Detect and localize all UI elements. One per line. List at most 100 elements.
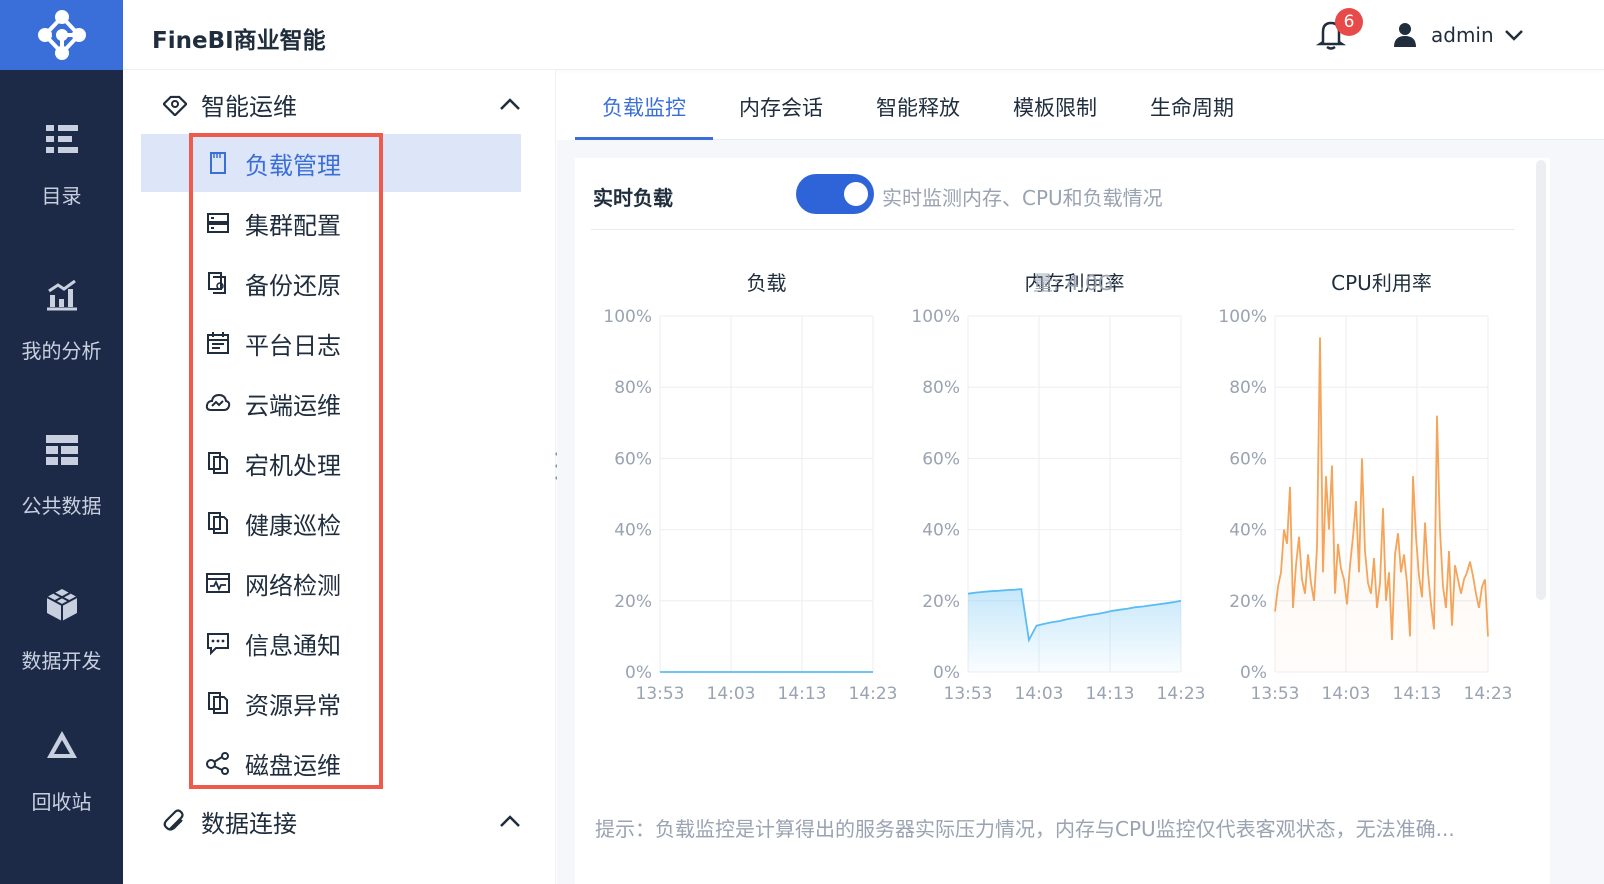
group-data-connection[interactable]: 数据连接 <box>163 801 521 841</box>
sd-card-icon <box>210 152 226 174</box>
smart-ops-icon <box>163 95 187 116</box>
y-tick-label: 0% <box>1240 663 1267 683</box>
menu-item-cloud-ops[interactable]: 云端运维 <box>141 374 521 432</box>
menu-item-label: 磁盘运维 <box>245 751 341 780</box>
menu-item-load-management[interactable]: 负载管理 <box>141 134 521 192</box>
charts-area: 负载 0% 20% 40% 60% 80% 100% 13:53 14:03 14:13 14:23… <box>603 271 1513 704</box>
scrollbar[interactable] <box>1536 160 1546 600</box>
toggle-knob <box>844 182 868 206</box>
menu-item-label: 网络检测 <box>245 571 341 600</box>
menu-item-health-check[interactable]: 健康巡检 <box>141 494 521 552</box>
recycle-icon <box>46 731 77 758</box>
x-tick-label: 13:53 <box>1251 684 1300 704</box>
app-title: FineBI商业智能 <box>152 28 326 54</box>
chart-title: CPU利用率 <box>1331 271 1432 295</box>
menu-item-cluster-config[interactable]: 集群配置 <box>141 194 521 252</box>
rail-item-label: 回收站 <box>31 790 92 814</box>
left-rail: 目录 我的分析 公共数据 数据开发 回收站 <box>0 0 123 884</box>
rail-item-data-dev[interactable]: 数据开发 <box>0 587 123 697</box>
menu-item-label: 平台日志 <box>245 331 341 360</box>
menu-item-label: 集群配置 <box>245 211 341 240</box>
disk-icon <box>206 752 229 775</box>
document-icon <box>208 692 228 714</box>
user-icon <box>1394 23 1416 47</box>
tab-lifecycle[interactable]: 生命周期 <box>1123 92 1261 140</box>
y-tick-label: 20% <box>922 592 960 612</box>
backup-icon <box>208 272 226 294</box>
rail-item-catalog[interactable]: 目录 <box>0 122 123 232</box>
x-tick-label: 14:23 <box>1157 684 1206 704</box>
top-header: FineBI商业智能 6 admin <box>123 0 1604 70</box>
user-menu[interactable]: admin <box>1393 20 1524 50</box>
tab-template-limit[interactable]: 模板限制 <box>986 92 1124 140</box>
y-tick-label: 40% <box>922 521 960 541</box>
menu-item-platform-log[interactable]: 平台日志 <box>141 314 521 372</box>
group-label: 数据连接 <box>201 809 297 838</box>
x-tick-label: 14:23 <box>1464 684 1513 704</box>
document-icon <box>208 512 228 534</box>
x-tick-label: 13:53 <box>636 684 685 704</box>
divider <box>591 229 1515 230</box>
menu-item-downtime[interactable]: 宕机处理 <box>141 434 521 492</box>
menu-item-backup-restore[interactable]: 备份还原 <box>141 254 521 312</box>
x-tick-label: 14:13 <box>778 684 827 704</box>
tab-smart-release[interactable]: 智能释放 <box>849 92 987 140</box>
logo-icon <box>37 10 86 60</box>
chevron-up-icon <box>500 815 520 827</box>
menu-item-label: 资源异常 <box>245 691 341 720</box>
catalog-icon <box>45 125 78 153</box>
group-smart-ops[interactable]: 智能运维 <box>163 84 521 124</box>
y-tick-label: 80% <box>614 378 652 398</box>
menu-item-label: 备份还原 <box>245 271 341 300</box>
x-tick-label: 14:13 <box>1393 684 1442 704</box>
x-tick-label: 13:53 <box>944 684 993 704</box>
menu-item-resource-anomaly[interactable]: 资源异常 <box>141 674 521 732</box>
notification-badge: 6 <box>1335 8 1363 36</box>
menu-item-label: 负载管理 <box>245 151 341 180</box>
y-tick-label: 80% <box>922 378 960 398</box>
public-data-icon <box>45 435 78 465</box>
y-tick-label: 40% <box>1229 521 1267 541</box>
menu-item-network-check[interactable]: 网络检测 <box>141 554 521 612</box>
menu-item-label: 宕机处理 <box>245 451 341 480</box>
message-icon <box>207 633 229 656</box>
y-tick-label: 20% <box>1229 592 1267 612</box>
tab-memory-session[interactable]: 内存会话 <box>712 92 850 140</box>
y-tick-label: 80% <box>1229 378 1267 398</box>
menu-item-label: 健康巡检 <box>245 511 341 540</box>
rail-item-label: 我的分析 <box>21 339 102 363</box>
y-tick-label: 60% <box>614 449 652 469</box>
x-tick-label: 14:03 <box>1322 684 1371 704</box>
calendar-icon <box>207 332 229 354</box>
realtime-toggle[interactable] <box>796 174 874 214</box>
x-tick-label: 14:03 <box>707 684 756 704</box>
y-tick-label: 100% <box>603 307 652 327</box>
y-tick-label: 0% <box>625 663 652 683</box>
chart-title: 负载 <box>747 271 787 295</box>
server-icon <box>207 213 229 233</box>
y-tick-label: 0% <box>933 663 960 683</box>
paperclip-icon <box>163 809 184 831</box>
menu-item-disk-ops[interactable]: 磁盘运维 <box>141 734 521 792</box>
chevron-up-icon <box>500 98 520 110</box>
ops-sidebar: 智能运维 负载管理 集群配置 备份还原 平台日志 云端运维 宕机处理 健康巡检 … <box>123 70 556 884</box>
menu-item-notification[interactable]: 信息通知 <box>141 614 521 672</box>
rail-item-my-analysis[interactable]: 我的分析 <box>0 277 123 387</box>
data-dev-icon <box>46 589 77 621</box>
memory-total-label: 量: 4.0G <box>1033 271 1113 295</box>
rail-item-public-data[interactable]: 公共数据 <box>0 432 123 542</box>
series-area <box>968 589 1181 672</box>
menu-item-label: 信息通知 <box>245 631 341 660</box>
rail-item-recycle[interactable]: 回收站 <box>0 728 123 838</box>
document-icon <box>208 452 228 474</box>
menu-item-label: 云端运维 <box>245 391 341 420</box>
chevron-down-icon <box>1504 30 1523 41</box>
tab-load-monitor[interactable]: 负载监控 <box>575 92 713 140</box>
tab-bar: 负载监控 内存会话 智能释放 模板限制 生命周期 <box>575 70 1604 140</box>
y-tick-label: 100% <box>1218 307 1267 327</box>
app-logo[interactable] <box>0 0 123 70</box>
y-tick-label: 100% <box>911 307 960 327</box>
hint-text: 提示：负载监控是计算得出的服务器实际压力情况，内存与CPU监控仅代表客观状态，无… <box>595 817 1455 841</box>
toggle-description: 实时监测内存、CPU和负载情况 <box>882 186 1163 210</box>
cloud-icon <box>205 393 231 411</box>
